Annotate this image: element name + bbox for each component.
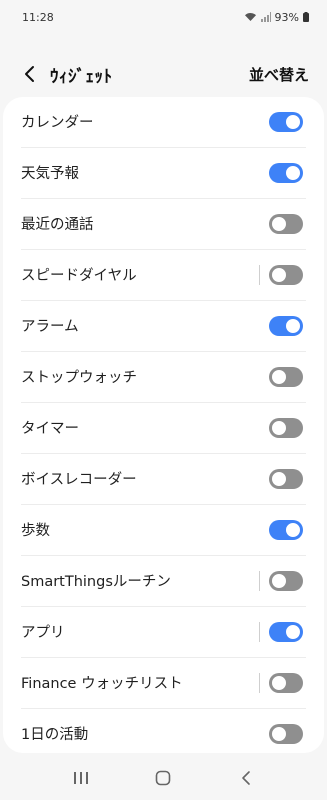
signal-icon — [260, 12, 271, 22]
wifi-icon — [244, 13, 256, 21]
widget-row[interactable]: 1日の活動 — [3, 708, 324, 753]
widget-row[interactable]: アプリ — [3, 606, 324, 657]
widget-label: ボイスレコーダー — [21, 472, 137, 488]
widget-controls — [269, 366, 303, 387]
home-icon — [156, 770, 171, 786]
widget-toggle[interactable] — [269, 570, 303, 591]
widget-label: アプリ — [21, 625, 65, 641]
widget-row[interactable]: 最近の通話 — [3, 198, 324, 249]
navigation-bar — [0, 756, 327, 800]
widget-toggle[interactable] — [269, 519, 303, 540]
widget-list: カレンダー天気予報最近の通話スピードダイヤル アラームストップウォッチ タイマーボイ… — [3, 97, 324, 753]
page-title: ｳｨｼﾞｪｯﾄ — [50, 66, 113, 87]
status-time: 11:28 — [22, 10, 54, 24]
widget-label: 歩数 — [21, 523, 50, 539]
home-button[interactable] — [143, 763, 183, 793]
vertical-divider — [259, 672, 260, 693]
widget-controls — [259, 264, 303, 285]
vertical-divider — [259, 264, 260, 285]
widget-row[interactable]: Finance ウォッチリスト — [3, 657, 324, 708]
widget-row[interactable]: タイマー — [3, 402, 324, 453]
status-bar: 11:28 93% — [0, 0, 327, 34]
widget-toggle[interactable] — [269, 264, 303, 285]
recents-button[interactable] — [61, 763, 101, 793]
widget-toggle[interactable] — [269, 111, 303, 132]
widget-row[interactable]: ボイスレコーダー — [3, 453, 324, 504]
widget-controls — [259, 621, 303, 642]
widget-label: スピードダイヤル — [21, 268, 137, 284]
widget-controls — [269, 519, 303, 540]
widget-toggle[interactable] — [269, 315, 303, 336]
widget-row[interactable]: 歩数 — [3, 504, 324, 555]
widget-label: 天気予報 — [21, 166, 79, 182]
vertical-divider — [259, 621, 260, 642]
widget-row[interactable]: アラーム — [3, 300, 324, 351]
widget-controls — [259, 570, 303, 591]
battery-icon — [303, 12, 309, 22]
battery-percent: 93% — [274, 10, 299, 24]
widget-label: アラーム — [21, 319, 79, 335]
widget-toggle[interactable] — [269, 213, 303, 234]
chevron-left-icon — [25, 66, 34, 82]
widget-toggle[interactable] — [269, 417, 303, 438]
widget-toggle[interactable] — [269, 468, 303, 489]
widget-row[interactable]: カレンダー — [3, 97, 324, 147]
widget-controls — [269, 468, 303, 489]
widget-label: 最近の通話 — [21, 217, 94, 233]
widget-label: SmartThingsルーチン — [21, 574, 171, 590]
status-icons: 93% — [244, 11, 309, 24]
back-button[interactable] — [18, 62, 40, 86]
widget-row[interactable]: SmartThingsルーチン — [3, 555, 324, 606]
widget-row[interactable]: 天気予報 — [3, 147, 324, 198]
widget-toggle[interactable] — [269, 723, 303, 744]
widget-controls — [269, 162, 303, 183]
widget-controls — [259, 672, 303, 693]
widget-toggle[interactable] — [269, 366, 303, 387]
widget-toggle[interactable] — [269, 162, 303, 183]
nav-back-button[interactable] — [226, 763, 266, 793]
widget-label: タイマー — [21, 421, 79, 437]
back-icon — [242, 771, 250, 785]
widget-label: Finance ウォッチリスト — [21, 676, 183, 692]
widget-toggle[interactable] — [269, 672, 303, 693]
header-left: ｳｨｼﾞｪｯﾄ — [18, 62, 113, 87]
reorder-button[interactable]: 並べ替え — [249, 64, 309, 85]
vertical-divider — [259, 570, 260, 591]
widget-controls — [269, 213, 303, 234]
widget-controls — [269, 111, 303, 132]
widget-row[interactable]: スピードダイヤル — [3, 249, 324, 300]
widget-controls — [269, 723, 303, 744]
header: ｳｨｼﾞｪｯﾄ 並べ替え — [0, 48, 327, 100]
widget-toggle[interactable] — [269, 621, 303, 642]
widget-label: 1日の活動 — [21, 727, 89, 743]
widget-row[interactable]: ストップウォッチ — [3, 351, 324, 402]
widget-controls — [269, 417, 303, 438]
widget-controls — [269, 315, 303, 336]
recents-icon — [74, 772, 89, 784]
widget-label: カレンダー — [21, 115, 94, 131]
widget-label: ストップウォッチ — [21, 370, 137, 386]
